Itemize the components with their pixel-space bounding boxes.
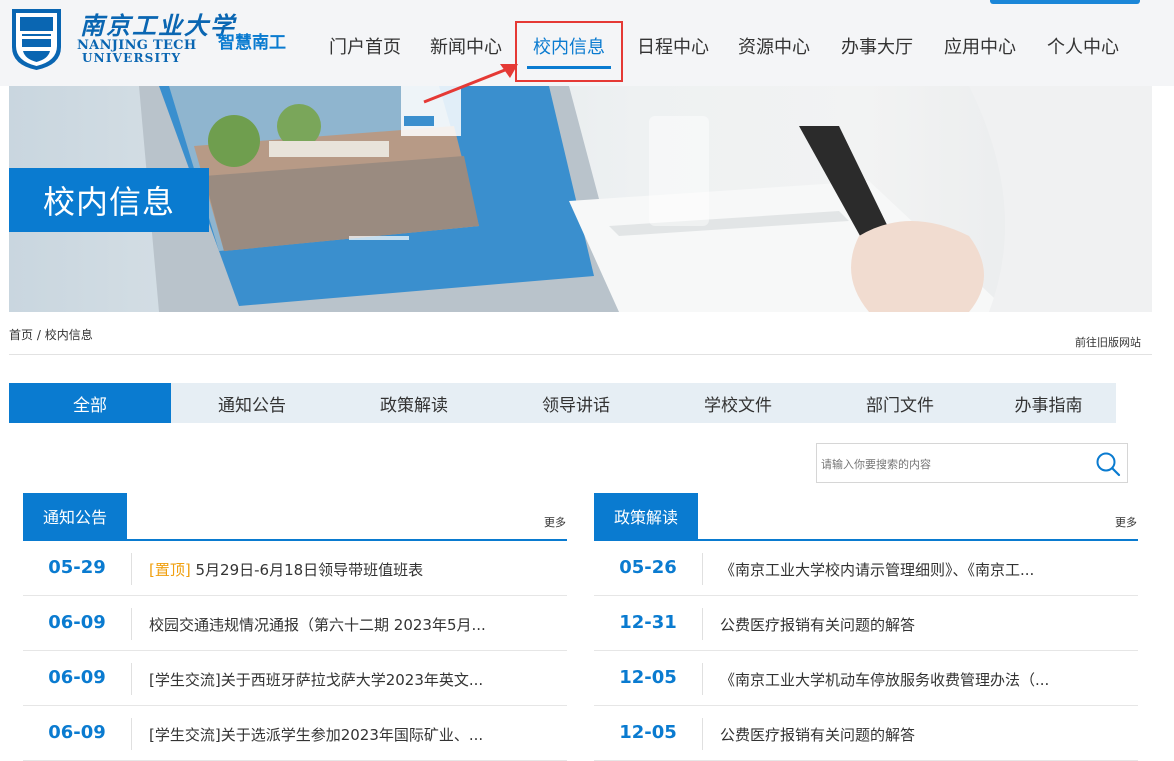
search-box (816, 443, 1128, 483)
item-date: 06-09 (48, 667, 106, 688)
item-title[interactable]: [学生交流]关于选派学生参加2023年国际矿业、... (149, 724, 483, 745)
breadcrumb: 首页 / 校内信息 (9, 326, 93, 343)
list-item[interactable]: 06-09 校园交通违规情况通报（第六十二期 2023年5月... (23, 596, 567, 651)
list-item[interactable]: 12-31 公费医疗报销有关问题的解答 (594, 596, 1138, 651)
red-arrow-icon (423, 64, 518, 104)
university-name-cn: 南京工业大学 (80, 11, 236, 40)
notices-panel: 通知公告 更多 05-29 [置顶] 5月29日-6月18日领导带班值班表 06… (23, 493, 567, 761)
item-title[interactable]: [置顶] 5月29日-6月18日领导带班值班表 (149, 559, 423, 580)
nav-item-resources[interactable]: 资源中心 (738, 33, 810, 59)
item-date: 12-05 (619, 667, 677, 688)
item-title[interactable]: 校园交通违规情况通报（第六十二期 2023年5月... (149, 614, 486, 635)
highlight-annotation (515, 21, 623, 82)
nav-item-apps[interactable]: 应用中心 (944, 33, 1016, 59)
item-title[interactable]: 《南京工业大学校内请示管理细则》、《南京工... (720, 559, 1034, 580)
banner-title: 校内信息 (9, 168, 209, 232)
university-name-en-2: UNIVERSITY (82, 51, 182, 65)
item-date: 12-05 (619, 722, 677, 743)
tab-notices[interactable]: 通知公告 (171, 383, 333, 423)
panel-header: 政策解读 更多 (594, 493, 1138, 541)
tab-school-docs[interactable]: 学校文件 (657, 383, 819, 423)
tab-guides[interactable]: 办事指南 (981, 383, 1116, 423)
old-site-link[interactable]: 前往旧版网站 (1075, 334, 1141, 350)
more-link[interactable]: 更多 (544, 514, 566, 530)
nav-item-news[interactable]: 新闻中心 (430, 33, 502, 59)
tab-speeches[interactable]: 领导讲话 (495, 383, 657, 423)
item-date: 05-29 (48, 557, 106, 578)
category-tabs: 全部 通知公告 政策解读 领导讲话 学校文件 部门文件 办事指南 (9, 383, 1116, 423)
policy-panel: 政策解读 更多 05-26 《南京工业大学校内请示管理细则》、《南京工... 1… (594, 493, 1138, 761)
more-link[interactable]: 更多 (1115, 514, 1137, 530)
item-date: 06-09 (48, 722, 106, 743)
item-separator (131, 553, 132, 585)
university-emblem-icon[interactable] (9, 7, 64, 71)
breadcrumb-home[interactable]: 首页 (9, 328, 33, 342)
item-title[interactable]: 公费医疗报销有关问题的解答 (720, 724, 915, 745)
item-separator (131, 718, 132, 750)
item-separator (131, 663, 132, 695)
pinned-tag: [置顶] (149, 561, 191, 579)
list-item[interactable]: 05-26 《南京工业大学校内请示管理细则》、《南京工... (594, 541, 1138, 596)
item-separator (702, 718, 703, 750)
breadcrumb-divider (9, 354, 1152, 355)
search-input[interactable] (821, 454, 1081, 474)
item-title[interactable]: 公费医疗报销有关问题的解答 (720, 614, 915, 635)
item-title[interactable]: 《南京工业大学机动车停放服务收费管理办法（... (720, 669, 1049, 690)
tab-dept-docs[interactable]: 部门文件 (819, 383, 981, 423)
item-date: 12-31 (619, 612, 677, 633)
breadcrumb-current: 校内信息 (44, 328, 93, 342)
item-date: 05-26 (619, 557, 677, 578)
nav-item-personal[interactable]: 个人中心 (1047, 33, 1119, 59)
list-item[interactable]: 12-05 《南京工业大学机动车停放服务收费管理办法（... (594, 651, 1138, 706)
breadcrumb-separator: / (33, 328, 45, 342)
nav-item-home[interactable]: 门户首页 (329, 33, 401, 59)
nav-item-service-hall[interactable]: 办事大厅 (841, 33, 913, 59)
item-separator (131, 608, 132, 640)
tab-all[interactable]: 全部 (9, 383, 171, 423)
tab-policy[interactable]: 政策解读 (333, 383, 495, 423)
item-separator (702, 608, 703, 640)
list-item[interactable]: 06-09 [学生交流]关于西班牙萨拉戈萨大学2023年英文... (23, 651, 567, 706)
list-item[interactable]: 05-29 [置顶] 5月29日-6月18日领导带班值班表 (23, 541, 567, 596)
panel-header: 通知公告 更多 (23, 493, 567, 541)
item-separator (702, 663, 703, 695)
item-title[interactable]: [学生交流]关于西班牙萨拉戈萨大学2023年英文... (149, 669, 483, 690)
nav-item-schedule[interactable]: 日程中心 (637, 33, 709, 59)
item-date: 06-09 (48, 612, 106, 633)
site-name[interactable]: 智慧南工 (218, 28, 286, 53)
item-separator (702, 553, 703, 585)
item-title-text: 5月29日-6月18日领导带班值班表 (190, 561, 424, 579)
panel-title[interactable]: 政策解读 (594, 493, 698, 539)
login-button-edge[interactable] (990, 0, 1140, 4)
panel-title[interactable]: 通知公告 (23, 493, 127, 539)
search-icon[interactable] (1094, 450, 1122, 478)
